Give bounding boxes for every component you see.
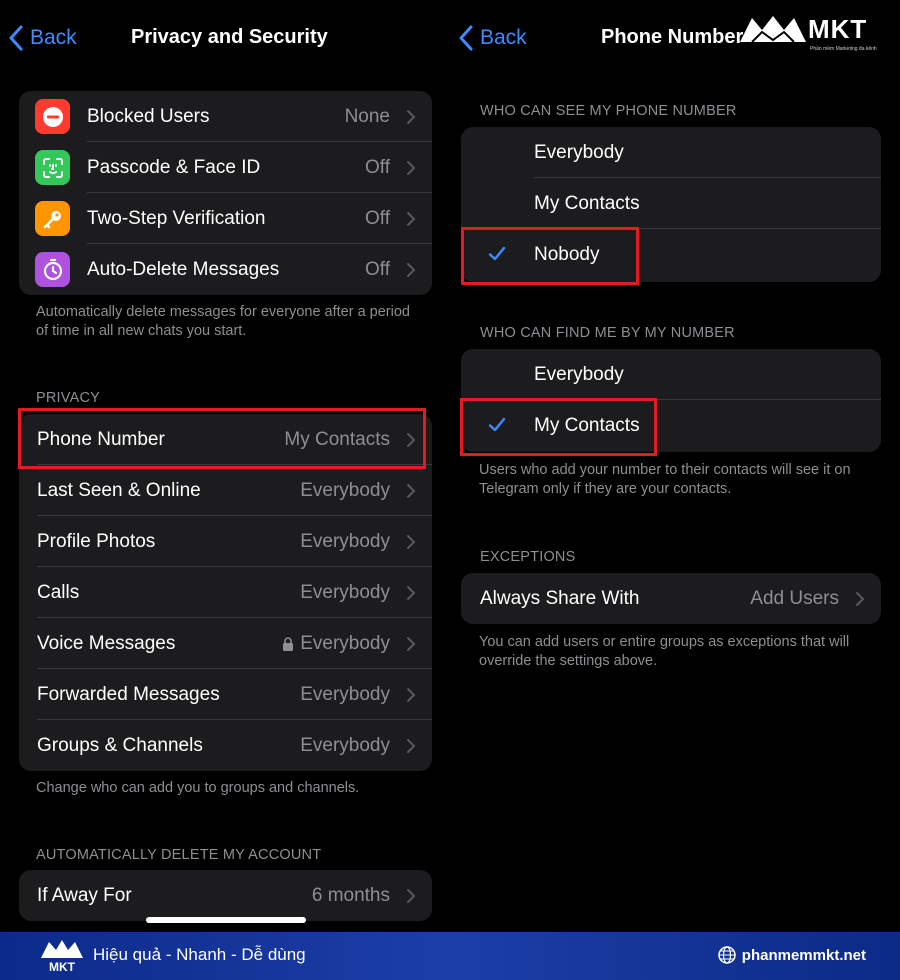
settings-row-voice-messages[interactable]: Voice Messages Everybody (19, 618, 432, 669)
back-label: Back (480, 26, 527, 49)
footer-website[interactable]: phanmemmkt.net (718, 946, 866, 964)
exceptions-caption: You can add users or entire groups as ex… (479, 634, 850, 669)
home-indicator (146, 917, 306, 923)
settings-row-if-away-for[interactable]: If Away For 6 months (19, 870, 432, 921)
security-group: Blocked Users None Passcode & Face ID Of… (19, 91, 432, 295)
timer-icon (35, 252, 70, 287)
row-value: Everybody (300, 683, 390, 705)
chevron-right-icon (407, 484, 416, 498)
key-icon (35, 201, 70, 236)
row-value: Off (365, 156, 390, 178)
row-value: None (344, 105, 390, 127)
row-label: Groups & Channels (37, 734, 203, 756)
my-contacts-highlight (460, 398, 657, 456)
page-title: Privacy and Security (131, 26, 328, 48)
who-can-see-header: WHO CAN SEE MY PHONE NUMBER (480, 103, 737, 119)
footer-logo: MKT (40, 938, 84, 979)
exceptions-header: EXCEPTIONS (480, 549, 576, 565)
row-value: 6 months (311, 884, 390, 906)
footer-url-text: phanmemmkt.net (741, 946, 866, 964)
chevron-left-icon (459, 25, 473, 51)
blocked-icon (35, 99, 70, 134)
row-label: Last Seen & Online (37, 479, 201, 501)
row-value: Everybody (300, 479, 390, 501)
option-label: Everybody (534, 141, 624, 163)
row-label: Auto-Delete Messages (87, 258, 280, 280)
chevron-right-icon (407, 688, 416, 702)
chevron-right-icon (407, 586, 416, 600)
globe-icon (718, 946, 736, 964)
chevron-right-icon (407, 535, 416, 549)
settings-row-groups-channels[interactable]: Groups & Channels Everybody (19, 720, 432, 771)
row-label: Profile Photos (37, 530, 156, 552)
settings-row-last-seen[interactable]: Last Seen & Online Everybody (19, 465, 432, 516)
delete-account-section-header: AUTOMATICALLY DELETE MY ACCOUNT (36, 847, 322, 863)
settings-row-profile-photos[interactable]: Profile Photos Everybody (19, 516, 432, 567)
mkt-logo-mark-icon: MKT (41, 940, 83, 974)
settings-row-blocked-users[interactable]: Blocked Users None (19, 91, 432, 142)
row-label: Two-Step Verification (87, 207, 266, 229)
find-caption: Users who add your number to their conta… (479, 462, 851, 497)
mkt-logo: MKT Phần mềm Marketing đa kênh (738, 12, 877, 52)
row-value: Off (365, 207, 390, 229)
chevron-right-icon (407, 212, 416, 226)
row-label: Passcode & Face ID (87, 156, 261, 178)
chevron-left-icon (9, 25, 23, 51)
chevron-right-icon (407, 739, 416, 753)
row-value: Off (365, 258, 390, 280)
row-value-locked: Everybody (282, 633, 390, 655)
back-button[interactable]: Back (8, 25, 77, 51)
chevron-right-icon (407, 110, 416, 124)
privacy-section-header: PRIVACY (36, 390, 100, 406)
logo-subtitle: Phần mềm Marketing đa kênh (810, 46, 877, 52)
exceptions-group: Always Share With Add Users (461, 573, 881, 624)
row-label: Always Share With (480, 587, 640, 609)
row-label: Blocked Users (87, 105, 210, 127)
privacy-caption: Change who can add you to groups and cha… (36, 780, 360, 796)
phone-number-screen: Back Phone Number WHO CAN SEE MY PHONE N… (450, 0, 900, 932)
mkt-logo-mark-icon (740, 16, 806, 43)
delete-account-group: If Away For 6 months (19, 870, 432, 921)
page-title: Phone Number (601, 26, 744, 48)
row-label: If Away For (37, 884, 132, 906)
privacy-security-screen: Back Privacy and Security Blocked Users … (0, 0, 450, 932)
row-value: Everybody (300, 530, 390, 552)
back-button[interactable]: Back (458, 25, 527, 51)
security-caption: Automatically delete messages for everyo… (36, 304, 410, 339)
logo-text: MKT (808, 13, 868, 44)
lock-icon (283, 636, 294, 651)
chevron-right-icon (407, 161, 416, 175)
footer-slogan: Hiệu quả - Nhanh - Dễ dùng (93, 945, 306, 964)
option-my-contacts[interactable]: My Contacts (461, 178, 881, 229)
chevron-right-icon (856, 592, 865, 606)
svg-text:MKT: MKT (49, 960, 76, 974)
option-everybody[interactable]: Everybody (461, 349, 881, 400)
settings-row-calls[interactable]: Calls Everybody (19, 567, 432, 618)
always-share-with-row[interactable]: Always Share With Add Users (461, 573, 881, 624)
phone-number-highlight (18, 408, 426, 469)
chevron-right-icon (407, 263, 416, 277)
face-id-icon (35, 150, 70, 185)
footer-banner: MKT Hiệu quả - Nhanh - Dễ dùng phanmemmk… (0, 932, 900, 980)
who-can-find-header: WHO CAN FIND ME BY MY NUMBER (480, 325, 735, 341)
settings-row-passcode[interactable]: Passcode & Face ID Off (19, 142, 432, 193)
row-value: Everybody (300, 734, 390, 756)
navigation-bar: Back Privacy and Security (0, 0, 450, 80)
nobody-highlight (461, 227, 639, 285)
chevron-right-icon (407, 889, 416, 903)
row-value: Add Users (750, 587, 839, 609)
back-label: Back (30, 26, 77, 49)
chevron-right-icon (407, 637, 416, 651)
row-label: Forwarded Messages (37, 683, 220, 705)
row-label: Voice Messages (37, 632, 176, 654)
option-label: Everybody (534, 363, 624, 385)
row-value: Everybody (300, 581, 390, 603)
row-label: Calls (37, 581, 80, 603)
option-everybody[interactable]: Everybody (461, 127, 881, 178)
settings-row-auto-delete[interactable]: Auto-Delete Messages Off (19, 244, 432, 295)
option-label: My Contacts (534, 192, 640, 214)
settings-row-forwarded-messages[interactable]: Forwarded Messages Everybody (19, 669, 432, 720)
row-value: Everybody (300, 632, 390, 654)
settings-row-two-step[interactable]: Two-Step Verification Off (19, 193, 432, 244)
